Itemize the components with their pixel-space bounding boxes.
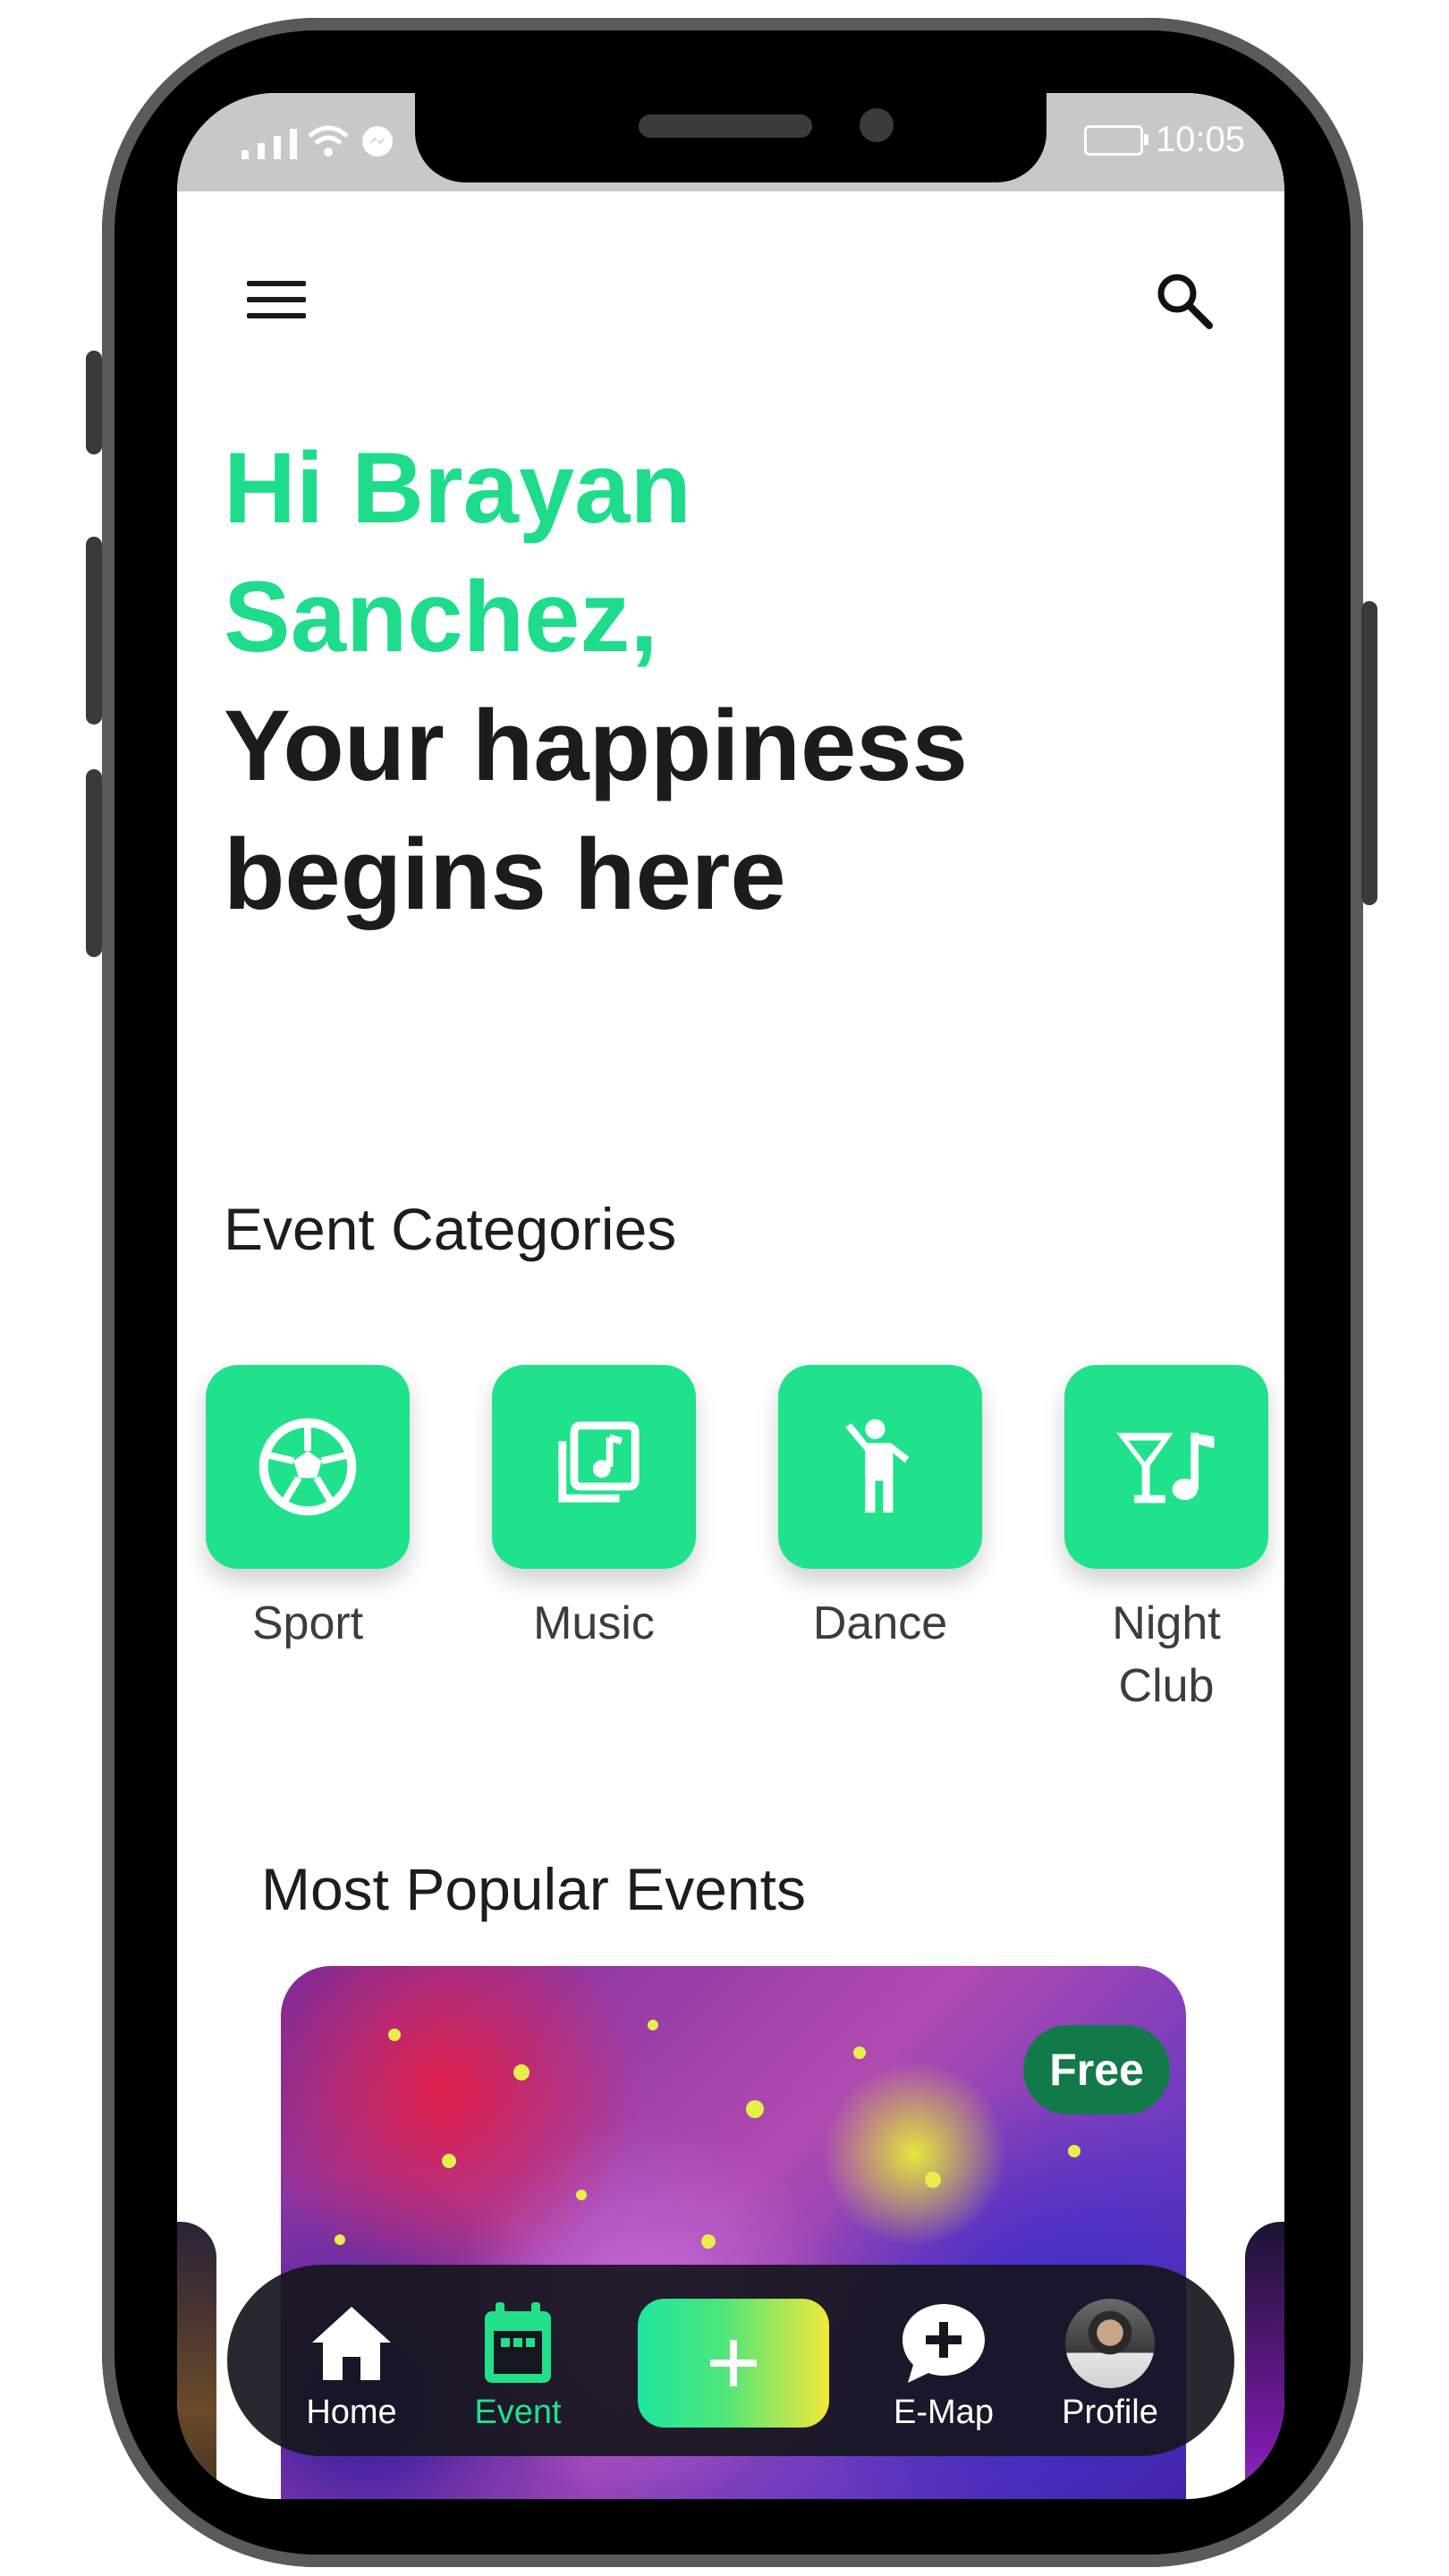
image-detail [388,2029,401,2041]
status-icons-left [242,123,395,159]
free-badge: Free [1023,2025,1170,2114]
status-time: 10:05 [1155,120,1245,159]
image-detail [576,2190,587,2200]
greeting-name-line2: Sanchez, [224,561,658,673]
wifi-icon [308,125,349,157]
messenger-icon [362,126,393,157]
event-card-peek-left[interactable] [177,2222,216,2499]
popular-events-title: Most Popular Events [261,1856,806,1922]
image-detail [746,2100,764,2118]
category-label: Sport [251,1597,364,1649]
category-tile[interactable] [492,1365,696,1569]
plus-icon [710,2340,757,2386]
nav-e-map[interactable]: E-Map [868,2299,1020,2432]
category-tile[interactable] [778,1365,982,1569]
soccer-ball-icon [258,1418,357,1516]
nav-event[interactable]: Event [442,2299,594,2432]
image-detail [335,2234,345,2245]
side-button-volume-up [86,537,102,724]
bottom-nav: Home Event E-Map Profile [227,2265,1234,2456]
category-music[interactable]: Music [492,1365,696,1655]
battery-icon [1083,124,1148,156]
nav-label: Profile [1062,2394,1158,2431]
category-label-line1: Night [1112,1597,1221,1649]
category-label: Music [533,1597,655,1649]
signal-bar [274,136,281,159]
hamburger-menu-icon[interactable] [247,277,306,322]
cocktail-music-icon [1116,1432,1215,1504]
screen: 10:05 Hi Brayan Sanchez, Your happiness … [177,93,1284,2499]
add-event-button[interactable] [638,2299,829,2428]
avatar [1065,2299,1155,2388]
image-detail [853,2046,866,2059]
status-icons-right: 10:05 [1083,120,1245,160]
nav-profile[interactable]: Profile [1034,2299,1186,2432]
image-detail [648,2020,658,2030]
category-label-line2: Club [1118,1660,1215,1712]
nav-label: E-Map [894,2394,994,2431]
image-detail [1068,2145,1080,2157]
side-button-mute [86,351,102,454]
avatar-wrapper [1065,2299,1155,2388]
event-card-peek-right[interactable] [1245,2222,1284,2499]
signal-bar [258,143,265,159]
category-list: Sport Music Dance Night Club [206,1365,1279,1723]
speaker [639,114,812,138]
image-detail [513,2064,530,2080]
nav-label: Home [306,2394,397,2431]
greeting: Hi Brayan Sanchez, Your happiness begins… [224,424,1208,939]
side-button-volume-down [86,769,102,957]
calendar-icon [473,2299,563,2388]
greeting-tagline-line1: Your happiness [224,690,968,801]
signal-bar [290,129,297,159]
nav-label: Event [474,2394,562,2431]
side-button-power [1361,601,1377,905]
image-detail [701,2234,716,2249]
category-label: Dance [812,1597,948,1649]
category-tile[interactable] [206,1365,410,1569]
greeting-tagline-line2: begins here [224,818,786,930]
dancing-person-icon [845,1419,910,1513]
signal-icon [242,150,249,159]
chat-plus-icon [899,2299,988,2388]
categories-title: Event Categories [224,1196,677,1262]
front-camera [860,108,894,142]
image-detail [925,2172,941,2188]
image-detail [442,2154,456,2168]
category-label: Night Club [1064,1592,1268,1717]
status-bar: 10:05 [177,93,1284,191]
greeting-name-line1: Hi Brayan [224,432,691,544]
category-night-club[interactable]: Night Club [1064,1365,1268,1717]
notch [415,93,1046,182]
search-icon[interactable] [1152,268,1216,333]
home-icon [307,2299,396,2388]
category-tile[interactable] [1064,1365,1268,1569]
music-library-icon [558,1421,640,1503]
nav-home[interactable]: Home [275,2299,428,2432]
category-dance[interactable]: Dance [778,1365,982,1655]
category-sport[interactable]: Sport [206,1365,410,1655]
